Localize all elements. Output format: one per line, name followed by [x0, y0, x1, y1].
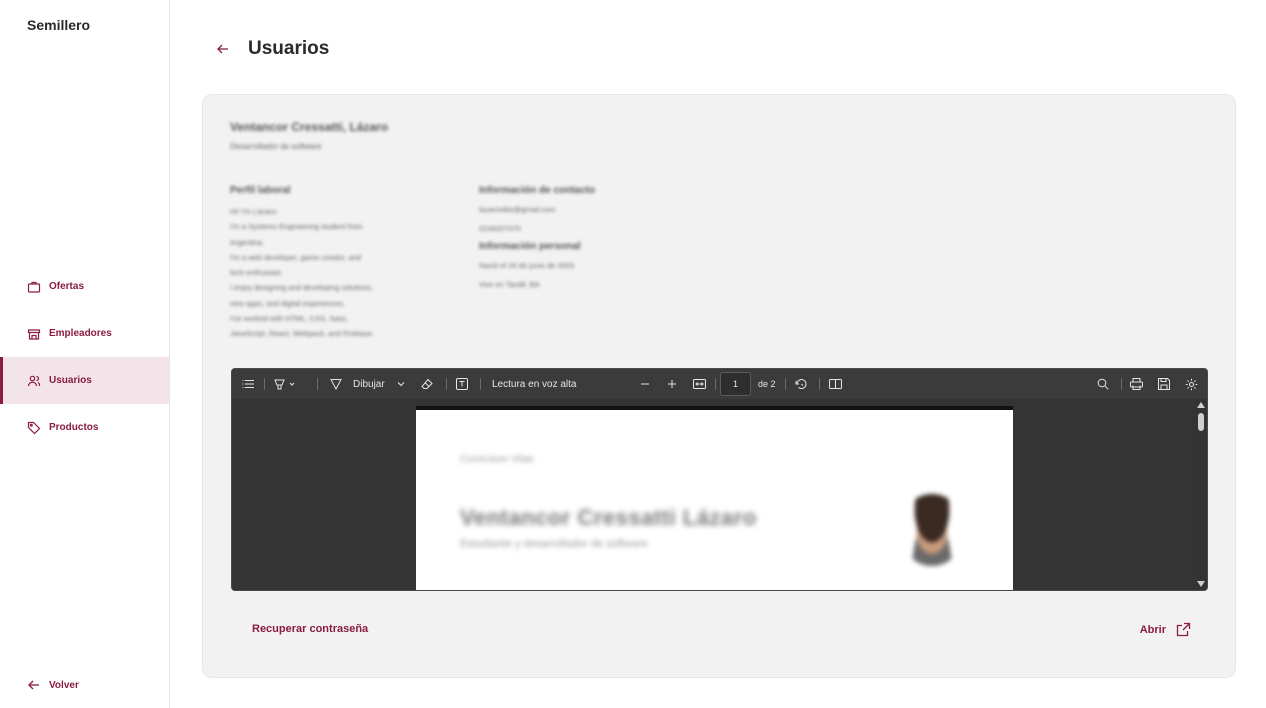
page-view-icon[interactable] — [829, 369, 842, 399]
scroll-up-arrow-icon[interactable] — [1197, 402, 1205, 408]
open-button[interactable]: Abrir — [1140, 622, 1191, 637]
page-total: de 2 — [758, 379, 776, 389]
work-profile-section: Perfil laboral Hi! I'm Lázaro. I'm a Sys… — [230, 185, 470, 342]
back-arrow-icon[interactable] — [215, 41, 231, 57]
sidebar-item-ofertas[interactable]: Ofertas — [0, 263, 169, 310]
text-box-icon[interactable] — [456, 369, 468, 399]
user-role: Desarrollador de software — [230, 142, 322, 151]
store-icon — [27, 327, 41, 341]
user-bio: Hi! I'm Lázaro. I'm a Systems Engineerin… — [230, 207, 375, 339]
personal-title: Información personal — [479, 241, 581, 252]
sidebar-item-label: Productos — [49, 422, 99, 433]
user-phone: 0234207070 — [479, 224, 521, 233]
work-profile-title: Perfil laboral — [230, 185, 291, 196]
doc-name: Ventancor Cressatti Lázaro — [460, 505, 757, 530]
external-link-icon — [1176, 622, 1191, 637]
page-title: Usuarios — [248, 38, 330, 59]
arrow-left-icon — [27, 678, 41, 692]
sidebar-item-label: Empleadores — [49, 328, 112, 339]
scroll-thumb[interactable] — [1198, 413, 1204, 431]
rotate-icon[interactable] — [795, 369, 808, 399]
scroll-down-arrow-icon[interactable] — [1197, 581, 1205, 587]
pdf-toolbar: Dibujar Lectura en voz alta 1 de 2 — [232, 369, 1207, 399]
sidebar-item-empleadores[interactable]: Empleadores — [0, 310, 169, 357]
draw-icon[interactable] — [330, 369, 342, 399]
sidebar-item-label: Ofertas — [49, 281, 85, 292]
user-name: Ventancor Cressatti, Lázaro — [230, 120, 389, 134]
chevron-down-icon[interactable] — [397, 369, 405, 399]
sidebar-nav: Ofertas Empleadores Usuarios Productos — [0, 263, 169, 451]
page-number-input[interactable]: 1 — [720, 372, 751, 396]
sidebar: Semillero Ofertas Empleadores Usuarios P… — [0, 0, 170, 708]
users-icon — [27, 374, 41, 388]
pdf-document-area[interactable]: Curriculum Vitae Ventancor Cressatti Láz… — [232, 399, 1207, 590]
sidebar-item-productos[interactable]: Productos — [0, 404, 169, 451]
doc-heading-small: Curriculum Vitae — [460, 454, 534, 465]
tag-icon — [27, 421, 41, 435]
page-header: Usuarios — [215, 38, 329, 60]
draw-label[interactable]: Dibujar — [353, 369, 385, 399]
contents-icon[interactable] — [242, 369, 254, 399]
briefcase-icon — [27, 280, 41, 294]
print-icon[interactable] — [1130, 369, 1143, 399]
settings-gear-icon[interactable] — [1185, 369, 1198, 399]
app-root: Semillero Ofertas Empleadores Usuarios P… — [0, 0, 1266, 708]
sidebar-item-label: Usuarios — [49, 375, 92, 386]
save-icon[interactable] — [1158, 369, 1170, 399]
search-icon[interactable] — [1097, 369, 1109, 399]
user-detail-card: Ventancor Cressatti, Lázaro Desarrollado… — [202, 94, 1236, 678]
contact-section: Información de contacto lazarovtbe@gmail… — [479, 185, 699, 294]
eraser-icon[interactable] — [421, 369, 434, 399]
profile-photo — [902, 494, 962, 566]
zoom-out-icon[interactable] — [640, 369, 650, 399]
read-aloud-label[interactable]: Lectura en voz alta — [492, 369, 577, 399]
doc-subtitle: Estudiante y desarrollador de software — [460, 538, 648, 550]
user-location: Vive en Tandil, BA — [479, 280, 540, 289]
pdf-viewer: Dibujar Lectura en voz alta 1 de 2 Curri… — [231, 368, 1208, 591]
contact-title: Información de contacto — [479, 185, 596, 196]
open-label: Abrir — [1139, 623, 1166, 636]
sidebar-back-link[interactable]: Volver — [27, 678, 79, 692]
zoom-in-icon[interactable] — [667, 369, 677, 399]
highlight-icon[interactable] — [274, 369, 296, 399]
brand-title: Semillero — [27, 17, 91, 33]
pdf-page: Curriculum Vitae Ventancor Cressatti Láz… — [416, 406, 1013, 590]
user-email: lazarovtbe@gmail.com — [479, 205, 556, 214]
sidebar-item-usuarios[interactable]: Usuarios — [0, 357, 169, 404]
back-label: Volver — [49, 679, 79, 691]
fit-width-icon[interactable] — [693, 369, 706, 399]
reset-password-link[interactable]: Recuperar contraseña — [252, 623, 368, 635]
user-birth: Nació el 26 de junio de 2003 — [479, 261, 575, 270]
